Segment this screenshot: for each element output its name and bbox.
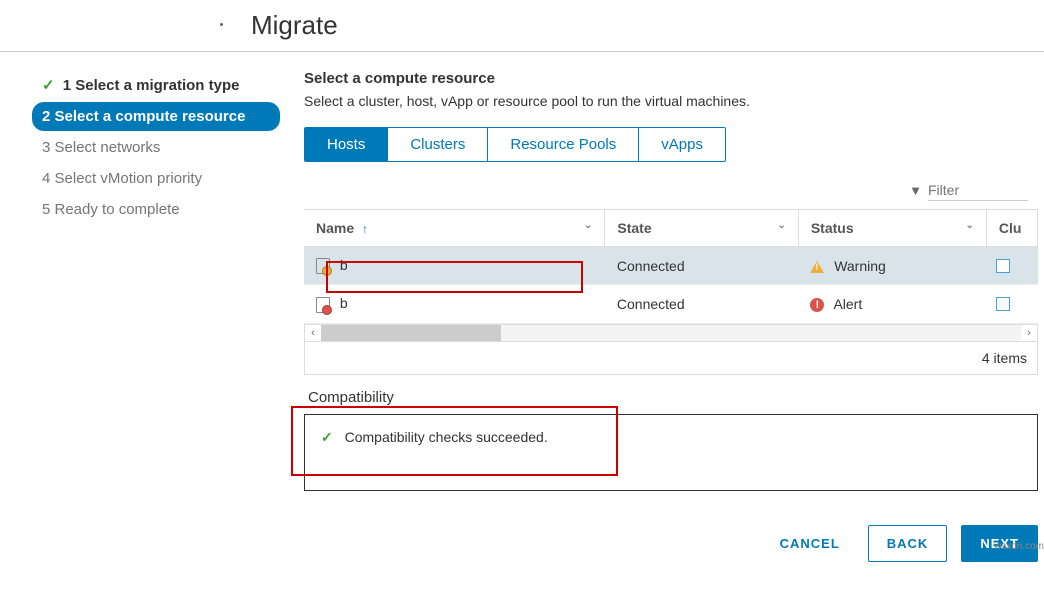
cell-name: b bbox=[340, 257, 348, 273]
step-label: 3 Select networks bbox=[42, 139, 160, 156]
step-4: 4 Select vMotion priority bbox=[32, 164, 280, 193]
tab-hosts[interactable]: Hosts bbox=[305, 128, 388, 161]
chevron-down-icon[interactable]: ⌄ bbox=[965, 220, 973, 231]
tab-vapps[interactable]: vApps bbox=[639, 128, 725, 161]
column-status[interactable]: Status ⌄ bbox=[798, 210, 986, 247]
section-description: Select a cluster, host, vApp or resource… bbox=[304, 93, 1038, 109]
scroll-thumb[interactable] bbox=[321, 325, 501, 341]
step-1[interactable]: ✓ 1 Select a migration type bbox=[32, 70, 280, 100]
compatibility-panel: ✓ Compatibility checks succeeded. bbox=[304, 414, 1038, 491]
chevron-down-icon[interactable]: ⌄ bbox=[584, 220, 592, 231]
warning-icon bbox=[810, 261, 824, 273]
column-name[interactable]: Name ↑ ⌄ bbox=[304, 210, 605, 247]
cell-status: Alert bbox=[833, 296, 862, 312]
tab-clusters[interactable]: Clusters bbox=[388, 128, 488, 161]
horizontal-scrollbar[interactable]: ‹ › bbox=[304, 324, 1038, 342]
step-3: 3 Select networks bbox=[32, 133, 280, 162]
tab-resource-pools[interactable]: Resource Pools bbox=[488, 128, 639, 161]
scroll-right-icon[interactable]: › bbox=[1021, 327, 1037, 339]
alert-icon: ! bbox=[810, 298, 824, 312]
watermark: wsxdn.com bbox=[994, 541, 1044, 552]
step-label: 1 Select a migration type bbox=[63, 77, 240, 94]
column-cluster[interactable]: Clu bbox=[986, 210, 1037, 247]
table-row[interactable]: b Connected ! Alert bbox=[304, 285, 1038, 323]
step-2[interactable]: 2 Select a compute resource bbox=[32, 102, 280, 131]
host-alert-icon bbox=[316, 297, 330, 313]
items-count: 4 items bbox=[304, 342, 1038, 375]
sort-ascending-icon: ↑ bbox=[362, 222, 368, 236]
checkmark-icon: ✓ bbox=[42, 77, 55, 94]
back-button[interactable]: BACK bbox=[868, 525, 948, 562]
cell-state: Connected bbox=[605, 285, 798, 323]
cluster-icon bbox=[998, 261, 1010, 273]
compatibility-title: Compatibility bbox=[304, 375, 1038, 414]
table-row[interactable]: b Connected Warning bbox=[304, 247, 1038, 285]
step-label: 4 Select vMotion priority bbox=[42, 170, 202, 187]
cancel-button[interactable]: CANCEL bbox=[766, 526, 854, 561]
filter-input[interactable] bbox=[928, 180, 1028, 201]
step-label: 5 Ready to complete bbox=[42, 201, 180, 218]
filter-icon: ▼ bbox=[909, 183, 922, 198]
column-state[interactable]: State ⌄ bbox=[605, 210, 798, 247]
cluster-icon bbox=[998, 299, 1010, 311]
cell-state: Connected bbox=[605, 247, 798, 285]
success-icon: ✓ bbox=[321, 429, 333, 445]
scroll-track[interactable] bbox=[321, 325, 1021, 341]
compatibility-message: Compatibility checks succeeded. bbox=[345, 429, 548, 445]
step-5: 5 Ready to complete bbox=[32, 195, 280, 224]
wizard-steps: ✓ 1 Select a migration type 2 Select a c… bbox=[0, 70, 280, 558]
cell-status: Warning bbox=[834, 258, 886, 274]
dialog-title: Migrate bbox=[0, 0, 1044, 52]
scroll-left-icon[interactable]: ‹ bbox=[305, 327, 321, 339]
chevron-down-icon[interactable]: ⌄ bbox=[777, 220, 785, 231]
cell-name: b bbox=[340, 295, 348, 311]
step-label: 2 Select a compute resource bbox=[42, 108, 245, 125]
host-warning-icon bbox=[316, 258, 330, 274]
section-title: Select a compute resource bbox=[304, 70, 1038, 87]
resource-type-tabs: Hosts Clusters Resource Pools vApps bbox=[304, 127, 726, 162]
